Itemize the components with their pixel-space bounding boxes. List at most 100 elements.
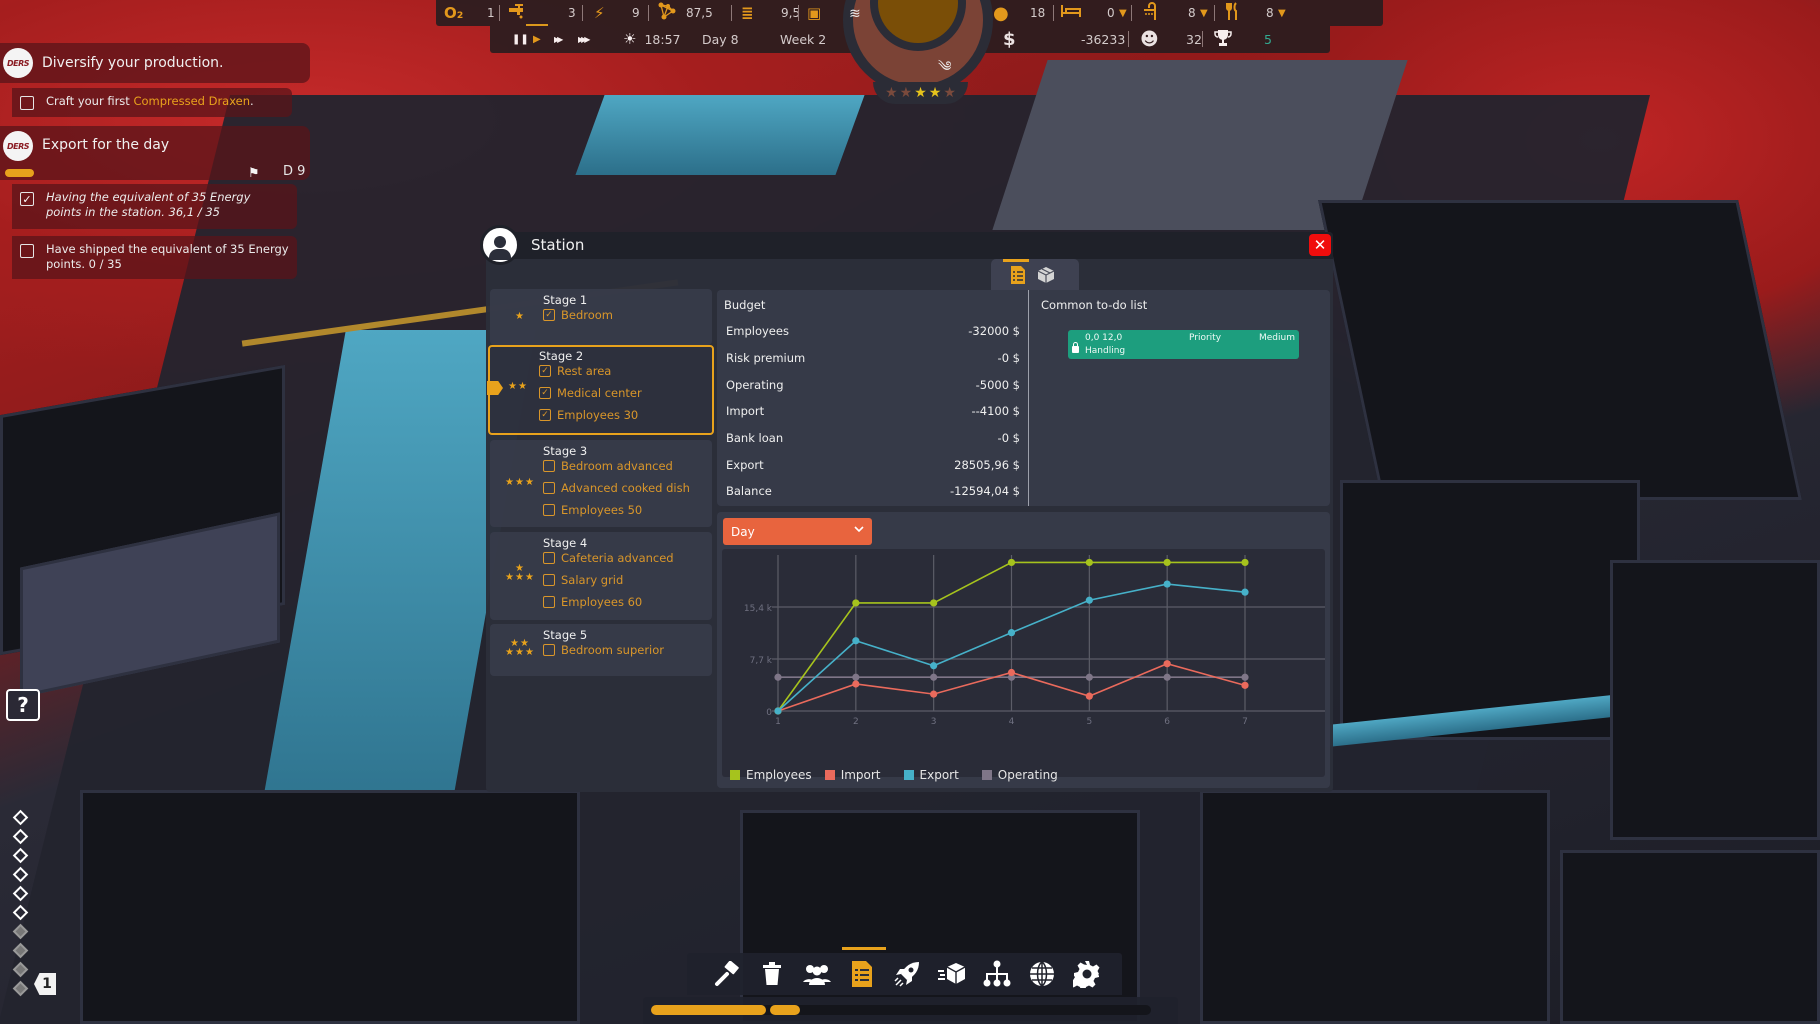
play-button[interactable]: ▶ <box>533 26 541 52</box>
divider <box>731 5 732 21</box>
play-icon: ▶ <box>533 33 541 45</box>
hierarchy-button[interactable] <box>982 959 1012 989</box>
resource-water[interactable]: 3 <box>508 0 576 26</box>
stage-card[interactable]: Stage 1 ★ ✓ Bedroom <box>490 289 712 345</box>
stage-card[interactable]: Stage 4 ★ ★★★ Cafeteria advanced Salary g… <box>490 532 712 620</box>
stage-card-active[interactable]: Stage 2 ★★ ✓ Rest area ✓ Medical center ✓ E… <box>487 345 714 435</box>
waves-icon: ≋ <box>849 6 861 22</box>
legend-item-operating[interactable]: Operating <box>981 768 1058 782</box>
network-nodes-icon <box>658 2 676 24</box>
legend-item-employees[interactable]: Employees <box>730 768 812 782</box>
legend-item-export[interactable]: Export <box>903 768 959 782</box>
shipping-button[interactable] <box>937 959 967 989</box>
legend-label: Import <box>840 768 881 782</box>
todo-list: Common to-do list 0,0 12,0 Priority Medi… <box>1028 290 1330 506</box>
crew-people-icon <box>802 965 831 985</box>
help-book-button[interactable]: ? <box>6 689 40 721</box>
checkbox-icon <box>543 644 555 656</box>
budget-title: Budget <box>724 298 766 312</box>
station-button[interactable] <box>841 947 886 989</box>
budget-chart-panel: Day 0 7,7 k 15,4 k1234567 Employees Import E… <box>717 512 1330 788</box>
x-tick-label: 7 <box>1242 717 1248 727</box>
money[interactable]: $ -36233 <box>1003 26 1125 52</box>
budget-row: Operating -5000 $ <box>726 378 1020 392</box>
resource-chip[interactable]: ▣ 0 <box>807 0 857 26</box>
need-shower[interactable]: 8 ▼ <box>1141 0 1208 26</box>
build-button[interactable] <box>712 959 742 989</box>
data-point-operating <box>1241 673 1249 681</box>
data-point-export <box>1241 588 1249 596</box>
checkbox-icon <box>543 460 555 472</box>
money-value: -36233 <box>1081 31 1126 47</box>
stage-requirement: Salary grid <box>543 573 623 587</box>
data-point-export <box>930 662 938 670</box>
tab-budget[interactable] <box>1003 259 1029 287</box>
stage-card[interactable]: Stage 5 ★★ ★★★ Bedroom superior <box>490 624 712 676</box>
need-bed[interactable]: 0 ▼ <box>1061 0 1127 26</box>
fast-forward-button[interactable]: ▶▶ <box>554 26 563 52</box>
happiness-value: 32 <box>1186 31 1202 47</box>
resource-network[interactable]: 87,5 <box>658 0 713 26</box>
dollar-icon: $ <box>1003 28 1016 50</box>
quest-task: ✓ Having the equivalent of 35 Energy poi… <box>12 184 297 229</box>
star-icon: ★★ <box>508 381 528 392</box>
wave-marker <box>12 904 28 921</box>
stage-title: Stage 3 <box>543 444 588 458</box>
station-rating-dial[interactable]: ≋ ༄ ★ ★ ★ ★ ★ <box>843 0 993 105</box>
stage-card[interactable]: Stage 3 ★★★ Bedroom advanced Advanced co… <box>490 440 712 527</box>
close-button[interactable]: ✕ <box>1309 234 1331 256</box>
build-hammer-icon <box>714 961 739 986</box>
hierarchy-icon <box>983 960 1010 987</box>
help-book-icon: ? <box>17 693 29 717</box>
tab-inventory[interactable] <box>1035 263 1057 287</box>
settings-button[interactable] <box>1072 959 1102 989</box>
oxygen-icon: O₂ <box>444 4 464 22</box>
close-icon: ✕ <box>1313 236 1327 254</box>
divider <box>1214 5 1215 21</box>
fastest-forward-button[interactable]: ▶▶▶ <box>578 26 591 52</box>
quest-task: Have shipped the equivalent of 35 Energy… <box>12 236 297 279</box>
quest-header[interactable]: DERS Diversify your production. <box>0 43 310 83</box>
trophy[interactable]: 5 <box>1214 26 1272 52</box>
quest-header[interactable]: DERS Export for the day <box>0 126 310 180</box>
legend-item-import[interactable]: Import <box>824 768 881 782</box>
x-tick-label: 3 <box>931 717 937 727</box>
divider <box>1128 31 1129 47</box>
world-button[interactable] <box>1027 959 1057 989</box>
delete-button[interactable] <box>757 959 787 989</box>
window-header[interactable]: Station ✕ <box>480 225 1333 265</box>
water-tap-icon <box>508 3 526 23</box>
progress-segment <box>770 1005 800 1015</box>
task-checkbox[interactable] <box>20 244 34 258</box>
task-checkbox-checked[interactable]: ✓ <box>20 192 34 206</box>
need-food[interactable]: 8 ▼ <box>1226 0 1286 26</box>
budget-row: Employees -32000 $ <box>726 324 1020 338</box>
task-checkbox[interactable] <box>20 96 34 110</box>
todo-card[interactable]: 0,0 12,0 Priority Medium Handling <box>1068 330 1299 359</box>
bed-icon <box>1061 4 1081 22</box>
stage-requirement: ✓ Medical center <box>539 386 642 400</box>
resource-oxygen[interactable]: O₂ 1 <box>444 0 495 26</box>
star-icon: ★ <box>914 85 927 101</box>
divider <box>582 5 583 21</box>
period-dropdown[interactable]: Day <box>723 518 872 545</box>
chip-icon: ▣ <box>807 4 822 22</box>
quest-progress-bar <box>5 169 34 177</box>
resource-spool[interactable]: ≣ 9,5 <box>741 0 800 26</box>
divider <box>1053 5 1054 21</box>
stage-requirement: Advanced cooked dish <box>543 481 690 495</box>
need-light[interactable]: ● 18 <box>993 0 1045 26</box>
x-tick-label: 1 <box>775 717 781 727</box>
wave-marker <box>12 866 28 883</box>
happiness[interactable]: ☻ 32 <box>1140 26 1202 52</box>
checkbox-icon <box>543 596 555 608</box>
trophy-value: 5 <box>1264 31 1272 47</box>
resource-energy[interactable]: ⚡ 9 <box>594 0 640 26</box>
crew-button[interactable] <box>802 959 832 989</box>
spool-icon: ≣ <box>741 4 754 22</box>
person-avatar-icon <box>480 225 520 265</box>
energy-bolt-icon: ⚡ <box>594 4 605 22</box>
day-label: Day 8 <box>702 31 739 47</box>
launch-button[interactable] <box>892 959 922 989</box>
pause-button[interactable]: ❚❚ <box>512 26 529 52</box>
